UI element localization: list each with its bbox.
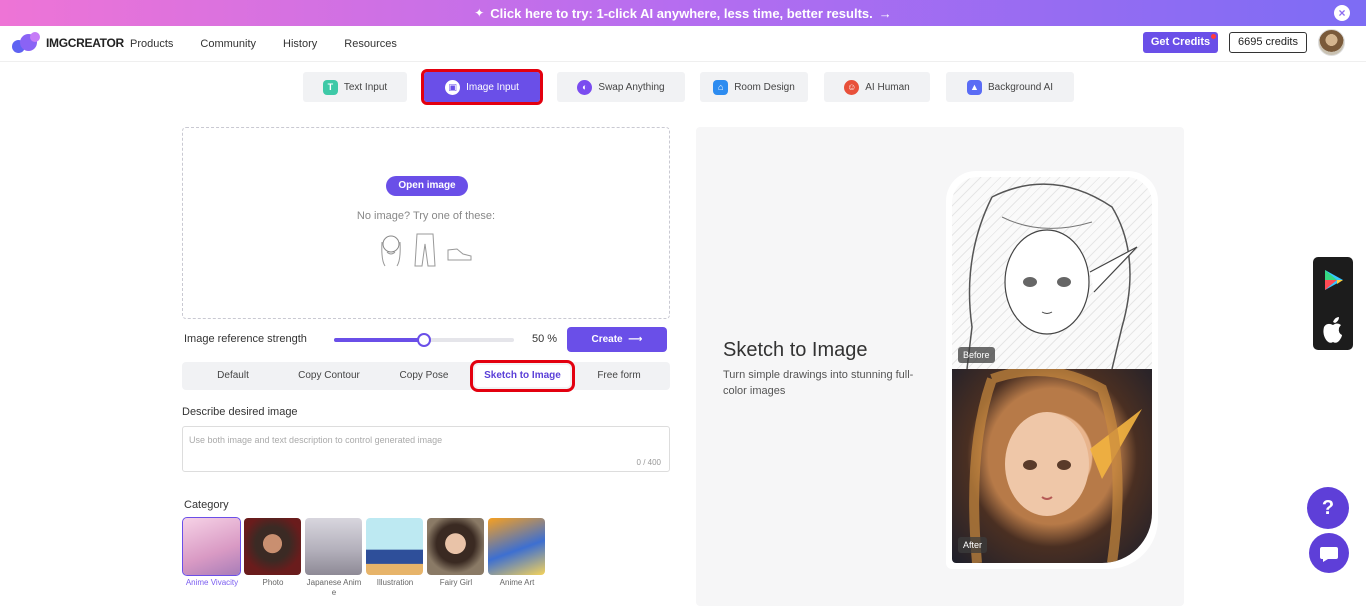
preview-subtitle: Turn simple drawings into stunning full-… bbox=[723, 369, 914, 397]
category-name: Japanese Anime bbox=[306, 578, 362, 597]
sample-sketch-shoe[interactable] bbox=[445, 232, 473, 268]
home-icon: ⌂ bbox=[713, 79, 729, 95]
category-thumbnail bbox=[305, 518, 362, 575]
sketch-illustration bbox=[966, 183, 1138, 369]
description-label: Describe desired image bbox=[182, 406, 298, 418]
strength-value: 50 % bbox=[532, 333, 558, 345]
image-icon: ▣ bbox=[445, 79, 461, 95]
logo-icon bbox=[12, 32, 42, 54]
preview-title: Sketch to Image bbox=[723, 339, 868, 361]
apple-icon[interactable] bbox=[1313, 308, 1353, 354]
mode-free-form[interactable]: Free form bbox=[574, 362, 664, 390]
sample-images bbox=[377, 232, 473, 268]
text-icon: T bbox=[322, 79, 338, 95]
tab-label: Text Input bbox=[343, 81, 388, 93]
tab-text-input[interactable]: T Text Input bbox=[303, 72, 407, 102]
sample-hint: No image? Try one of these: bbox=[356, 210, 496, 222]
category-name: Anime Art bbox=[499, 578, 535, 587]
logo[interactable]: IMGCREATOR bbox=[12, 32, 124, 54]
main-nav: Products Community History Resources bbox=[130, 38, 424, 50]
create-button[interactable]: Create ⟶ bbox=[567, 327, 667, 352]
category-name: Fairy Girl bbox=[439, 578, 473, 587]
preview-panel: Sketch to Image Turn simple drawings int… bbox=[696, 127, 1184, 606]
description-textarea[interactable]: Use both image and text description to c… bbox=[182, 426, 670, 472]
google-play-icon[interactable] bbox=[1313, 257, 1353, 303]
arrow-right-icon: ⟶ bbox=[625, 334, 643, 345]
before-image: Before bbox=[952, 177, 1152, 369]
avatar[interactable] bbox=[1318, 29, 1345, 56]
mode-sketch-to-image[interactable]: Sketch to Image bbox=[470, 360, 575, 392]
category-name: Illustration bbox=[376, 578, 414, 587]
category-list: Anime Vivacity Photo Japanese Anime Illu… bbox=[182, 517, 549, 598]
close-icon[interactable]: × bbox=[1334, 5, 1350, 21]
notification-dot bbox=[1211, 34, 1216, 39]
tab-ai-human[interactable]: ☺ AI Human bbox=[824, 72, 930, 102]
tab-room-design[interactable]: ⌂ Room Design bbox=[700, 72, 808, 102]
mode-default[interactable]: Default bbox=[182, 362, 284, 390]
tab-label: Background AI bbox=[987, 81, 1054, 93]
strength-label: Image reference strength bbox=[184, 333, 307, 345]
category-name: Photo bbox=[262, 578, 284, 587]
tab-swap-anything[interactable]: ◐ Swap Anything bbox=[557, 72, 685, 102]
tab-label: Room Design bbox=[734, 81, 795, 93]
category-label: Category bbox=[184, 499, 229, 511]
chat-button[interactable] bbox=[1309, 533, 1349, 573]
mode-tabs: T Text Input ▣ Image Input ◐ Swap Anythi… bbox=[303, 69, 1084, 105]
background-icon: ▲ bbox=[966, 79, 982, 95]
category-thumbnail bbox=[182, 517, 241, 576]
category-name: Anime Vivacity bbox=[185, 578, 239, 587]
category-thumbnail bbox=[366, 518, 423, 575]
strength-slider[interactable] bbox=[334, 333, 514, 347]
nav-history[interactable]: History bbox=[283, 38, 317, 50]
after-image: After bbox=[952, 369, 1152, 563]
mode-copy-contour[interactable]: Copy Contour bbox=[284, 362, 374, 390]
tab-label: Swap Anything bbox=[598, 81, 665, 93]
image-dropzone[interactable]: Open image No image? Try one of these: bbox=[182, 127, 670, 319]
color-illustration bbox=[969, 369, 1142, 563]
nav-resources[interactable]: Resources bbox=[344, 38, 397, 50]
mode-copy-pose[interactable]: Copy Pose bbox=[378, 362, 470, 390]
promo-text[interactable]: Click here to try: 1-click AI anywhere, … bbox=[490, 6, 872, 21]
category-thumbnail bbox=[427, 518, 484, 575]
credits-balance[interactable]: 6695 credits bbox=[1229, 32, 1307, 53]
logo-text: IMGCREATOR bbox=[46, 36, 124, 50]
create-label: Create bbox=[591, 334, 623, 345]
nav-products[interactable]: Products bbox=[130, 38, 173, 50]
category-thumbnail bbox=[244, 518, 301, 575]
promo-banner[interactable]: ✦ Click here to try: 1-click AI anywhere… bbox=[0, 0, 1366, 26]
get-credits-label: Get Credits bbox=[1150, 36, 1211, 48]
sample-sketch-girl[interactable] bbox=[377, 232, 405, 268]
sample-sketch-pants[interactable] bbox=[411, 232, 439, 268]
tab-label: AI Human bbox=[865, 81, 910, 93]
open-image-button[interactable]: Open image bbox=[386, 176, 468, 196]
nav-community[interactable]: Community bbox=[200, 38, 256, 50]
swap-icon: ◐ bbox=[577, 79, 593, 95]
app-store-links bbox=[1313, 257, 1353, 350]
character-counter: 0 / 400 bbox=[636, 458, 661, 467]
category-illustration[interactable]: Illustration bbox=[366, 518, 424, 598]
after-tag: After bbox=[958, 537, 988, 553]
human-icon: ☺ bbox=[844, 79, 860, 95]
category-anime-art[interactable]: Anime Art bbox=[488, 518, 546, 598]
reference-mode-selector: Default Copy Contour Copy Pose Sketch to… bbox=[182, 360, 670, 392]
get-credits-button[interactable]: Get Credits bbox=[1143, 32, 1218, 53]
category-japanese-anime[interactable]: Japanese Anime bbox=[305, 518, 363, 598]
category-fairy-girl[interactable]: Fairy Girl bbox=[427, 518, 485, 598]
sparkle-icon: ✦ bbox=[474, 6, 485, 20]
category-thumbnail bbox=[488, 518, 545, 575]
category-anime-vivacity[interactable]: Anime Vivacity bbox=[182, 517, 241, 598]
before-after-card: Before After bbox=[946, 171, 1158, 569]
tab-background-ai[interactable]: ▲ Background AI bbox=[946, 72, 1074, 102]
slider-fill bbox=[334, 338, 424, 342]
chat-icon bbox=[1320, 547, 1338, 562]
description-placeholder: Use both image and text description to c… bbox=[189, 435, 443, 445]
help-button[interactable]: ? bbox=[1307, 487, 1349, 529]
before-tag: Before bbox=[958, 347, 995, 363]
tab-image-input[interactable]: ▣ Image Input bbox=[421, 69, 543, 105]
category-photo[interactable]: Photo bbox=[244, 518, 302, 598]
tab-label: Image Input bbox=[466, 81, 519, 93]
top-header: IMGCREATOR Products Community History Re… bbox=[0, 26, 1366, 62]
slider-handle[interactable] bbox=[417, 333, 431, 347]
arrow-right-icon: → bbox=[878, 5, 892, 21]
